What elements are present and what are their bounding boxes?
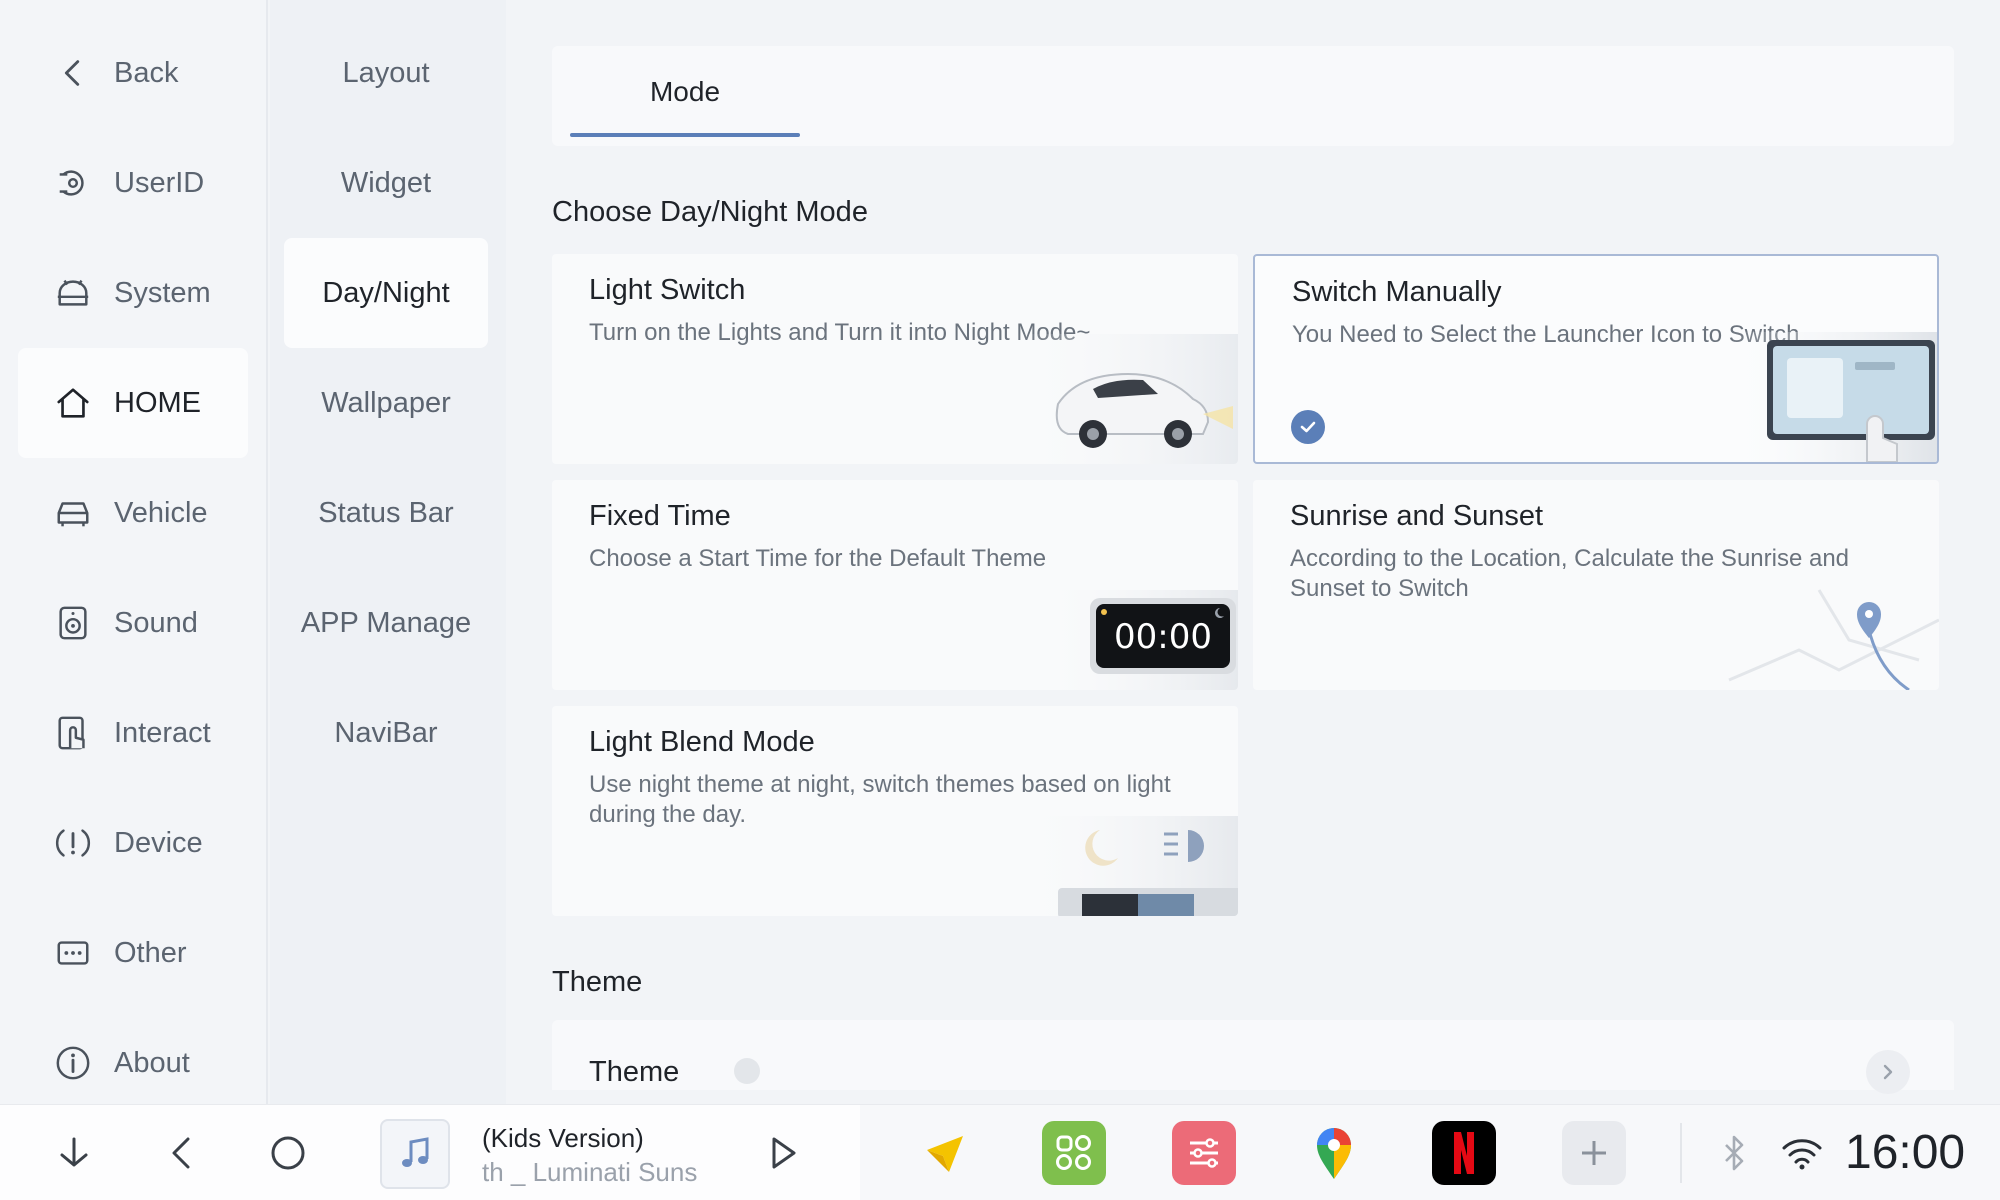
sub-item-widget[interactable]: Widget bbox=[284, 128, 488, 238]
apps-grid-app-icon[interactable] bbox=[1042, 1121, 1106, 1185]
play-icon bbox=[772, 1137, 796, 1169]
netflix-app-icon[interactable] bbox=[1432, 1121, 1496, 1185]
status-clock: 16:00 bbox=[1845, 1126, 1966, 1179]
rail-item-interact[interactable]: Interact bbox=[18, 678, 248, 788]
back-arrow-icon bbox=[172, 1137, 190, 1169]
bottom-dock: (Kids Version) th _ Luminati Suns 16:00 bbox=[0, 1104, 2000, 1200]
section-title-theme: Theme bbox=[552, 966, 643, 998]
home-circle-icon bbox=[271, 1136, 305, 1170]
touch-icon bbox=[58, 716, 85, 750]
wifi-icon bbox=[1782, 1139, 1822, 1170]
card-title: Switch Manually bbox=[1292, 276, 1502, 308]
settings-sliders-app-icon[interactable] bbox=[1172, 1121, 1236, 1185]
rail-item-label: Other bbox=[114, 936, 187, 969]
more-icon bbox=[57, 941, 89, 965]
nav-back-button[interactable] bbox=[152, 1123, 212, 1183]
maps-app-icon[interactable] bbox=[1302, 1121, 1366, 1185]
main-content: Mode Choose Day/Night Mode Light Switch … bbox=[508, 0, 2000, 1104]
selected-check-icon bbox=[1291, 410, 1325, 444]
rail-item-label: Sound bbox=[114, 606, 198, 639]
rail-item-label: Interact bbox=[114, 716, 211, 749]
wifi-status[interactable] bbox=[1772, 1123, 1832, 1183]
media-play-button[interactable] bbox=[752, 1123, 812, 1183]
rail-item-home[interactable]: HOME bbox=[18, 348, 248, 458]
rail-item-about[interactable]: About bbox=[18, 1008, 248, 1118]
tab-active-indicator bbox=[570, 133, 800, 137]
card-title: Light Blend Mode bbox=[589, 726, 815, 758]
main-nav-rail: Back UserID System HOME Vehicle Sound In… bbox=[0, 0, 268, 1104]
media-title: (Kids Version) bbox=[482, 1123, 644, 1153]
theme-setting-row[interactable]: Theme bbox=[552, 1020, 1954, 1094]
rail-item-label: Back bbox=[114, 56, 179, 89]
alert-icon bbox=[56, 829, 90, 857]
sub-item-navibar[interactable]: NaviBar bbox=[284, 678, 488, 788]
tab-mode[interactable]: Mode bbox=[570, 46, 800, 138]
rail-item-other[interactable]: Other bbox=[18, 898, 248, 1008]
chevron-down-icon bbox=[60, 1137, 88, 1167]
clock-display-text: 00:00 bbox=[1114, 617, 1212, 657]
android-icon bbox=[57, 279, 89, 306]
sub-nav-rail: Layout Widget Day/Night Wallpaper Status… bbox=[270, 0, 506, 1104]
rail-item-sound[interactable]: Sound bbox=[18, 568, 248, 678]
collapse-button[interactable] bbox=[44, 1123, 104, 1183]
mode-card-sunrise-sunset[interactable]: Sunrise and Sunset According to the Loca… bbox=[1253, 480, 1939, 690]
navigation-app-icon[interactable] bbox=[912, 1121, 976, 1185]
media-album-art[interactable] bbox=[380, 1119, 450, 1189]
sub-item-wallpaper[interactable]: Wallpaper bbox=[284, 348, 488, 458]
rail-item-label: HOME bbox=[114, 386, 201, 419]
card-title: Light Switch bbox=[589, 274, 746, 306]
rail-item-userid[interactable]: UserID bbox=[18, 128, 248, 238]
user-id-icon bbox=[59, 170, 84, 196]
sub-item-day-night[interactable]: Day/Night bbox=[284, 238, 488, 348]
rail-item-label: Device bbox=[114, 826, 203, 859]
card-title: Sunrise and Sunset bbox=[1290, 500, 1544, 532]
add-app-button[interactable] bbox=[1562, 1121, 1626, 1185]
touchscreen-icon bbox=[1727, 332, 1937, 462]
nav-home-button[interactable] bbox=[258, 1123, 318, 1183]
car-icon bbox=[57, 502, 89, 527]
music-note-icon bbox=[402, 1137, 429, 1167]
theme-row-label: Theme bbox=[589, 1056, 680, 1088]
rail-item-label: UserID bbox=[114, 166, 205, 199]
tab-bar: Mode bbox=[552, 46, 1954, 146]
rail-item-device[interactable]: Device bbox=[18, 788, 248, 898]
rail-item-system[interactable]: System bbox=[18, 238, 248, 348]
info-icon bbox=[56, 1046, 90, 1080]
card-description: Choose a Start Time for the Default Them… bbox=[589, 545, 1047, 572]
rail-item-label: System bbox=[114, 276, 211, 309]
sub-item-layout[interactable]: Layout bbox=[284, 18, 488, 128]
home-icon bbox=[57, 388, 89, 418]
alarm-clock-icon: 00:00 bbox=[1038, 590, 1238, 690]
rail-item-vehicle[interactable]: Vehicle bbox=[18, 458, 248, 568]
sub-item-status-bar[interactable]: Status Bar bbox=[284, 458, 488, 568]
card-title: Fixed Time bbox=[589, 500, 731, 532]
dock-divider bbox=[1680, 1123, 1682, 1183]
speaker-icon bbox=[59, 606, 87, 640]
car-headlight-icon bbox=[1018, 334, 1238, 464]
media-subtitle: th _ Luminati Suns bbox=[482, 1157, 698, 1187]
chevron-right-icon bbox=[1866, 1050, 1910, 1094]
rail-item-label: Vehicle bbox=[114, 496, 208, 529]
rail-item-back[interactable]: Back bbox=[18, 18, 248, 128]
section-title-mode: Choose Day/Night Mode bbox=[552, 196, 868, 228]
mode-card-fixed-time[interactable]: Fixed Time Choose a Start Time for the D… bbox=[552, 480, 1238, 690]
mode-card-light-switch[interactable]: Light Switch Turn on the Lights and Turn… bbox=[552, 254, 1238, 464]
plus-icon bbox=[1582, 1141, 1606, 1165]
bluetooth-status[interactable] bbox=[1704, 1123, 1764, 1183]
info-icon[interactable] bbox=[734, 1058, 760, 1084]
moon-headlight-icon bbox=[1018, 816, 1238, 916]
mode-card-switch-manually[interactable]: Switch Manually You Need to Select the L… bbox=[1253, 254, 1939, 464]
map-pin-icon bbox=[1728, 589, 1939, 690]
mode-card-light-blend[interactable]: Light Blend Mode Use night theme at nigh… bbox=[552, 706, 1238, 916]
chevron-left-icon bbox=[64, 60, 80, 86]
bluetooth-icon bbox=[1725, 1135, 1744, 1171]
rail-item-label: About bbox=[114, 1046, 190, 1079]
sub-item-app-manage[interactable]: APP Manage bbox=[284, 568, 488, 678]
